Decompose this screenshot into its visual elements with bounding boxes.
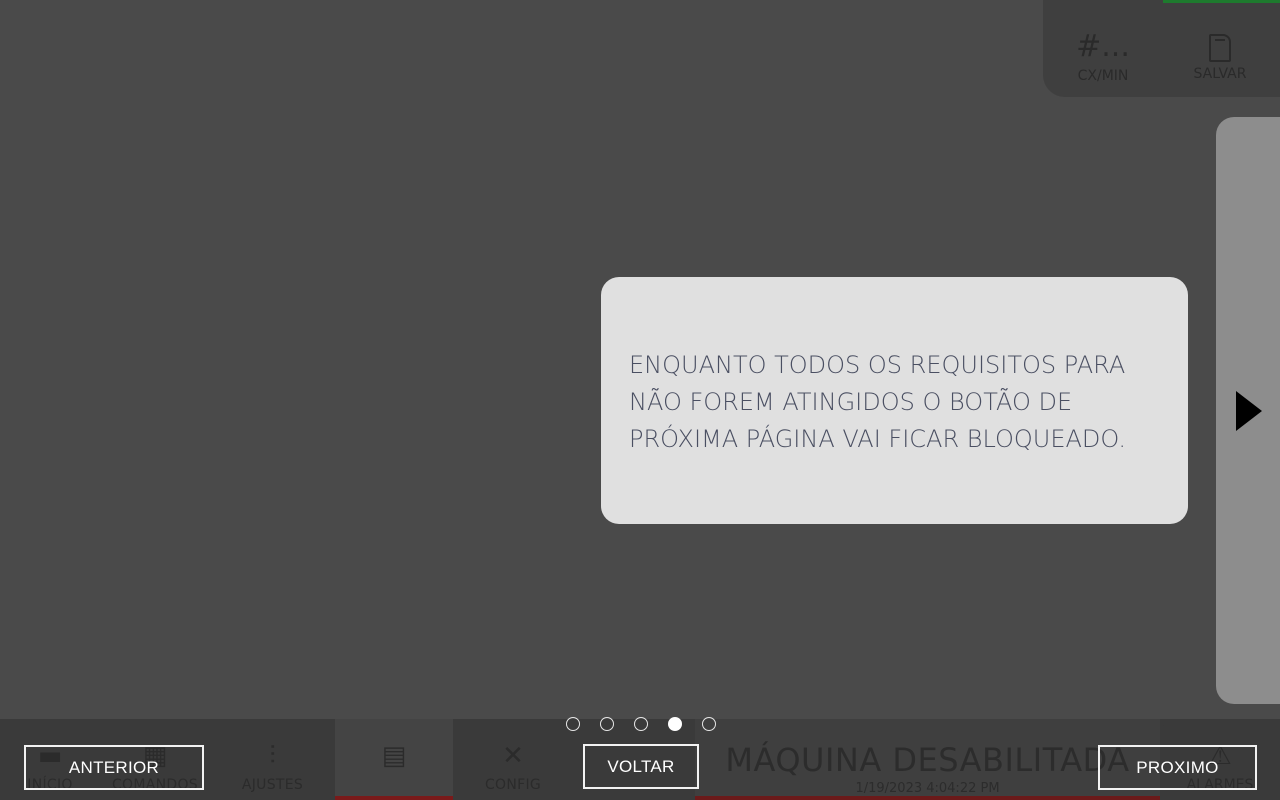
machine-status: MÁQUINA DESABILITADA 1/19/2023 4:04:22 P… [695, 719, 1160, 800]
step-dot-2[interactable] [600, 717, 614, 731]
nav-config-label: CONFIG [484, 777, 542, 793]
save-label: SALVAR [1193, 66, 1247, 82]
step-dot-4[interactable] [668, 717, 682, 731]
tutorial-message-line: PRÓXIMA PÁGINA VAI FICAR BLOQUEADO. [629, 425, 1126, 453]
tutorial-message-line: ENQUANTO TODOS OS REQUISITOS PARA [629, 351, 1126, 379]
rate-value: #... [1076, 29, 1130, 64]
chevron-right-icon [1236, 391, 1262, 431]
sliders-icon: ⫶ [269, 741, 276, 771]
nav-production[interactable]: ▤ [335, 719, 453, 800]
nav-config[interactable]: ✕ CONFIG [458, 719, 568, 800]
tutorial-message-line: NÃO FOREM ATINGIDOS O BOTÃO DE [629, 388, 1073, 416]
step-dot-5[interactable] [702, 717, 716, 731]
tutorial-message: ENQUANTO TODOS OS REQUISITOS PARA NÃO FO… [629, 347, 1160, 458]
tools-icon: ✕ [502, 741, 524, 771]
boxes-icon: ▤ [381, 741, 407, 771]
rate-label: CX/MIN [1077, 68, 1129, 84]
status-title: MÁQUINA DESABILITADA [725, 741, 1130, 779]
sd-card-icon [1209, 34, 1231, 62]
tutorial-tooltip: ENQUANTO TODOS OS REQUISITOS PARA NÃO FO… [601, 277, 1188, 524]
rate-display: #... CX/MIN [1058, 29, 1148, 85]
nav-settings-label: AJUSTES [241, 777, 304, 793]
step-dot-1[interactable] [566, 717, 580, 731]
step-indicator [566, 717, 716, 731]
top-accent-bar [1163, 0, 1280, 3]
status-timestamp: 1/19/2023 4:04:22 PM [855, 781, 1000, 796]
save-button[interactable]: SALVAR [1175, 30, 1265, 82]
back-button[interactable]: VOLTAR [583, 744, 699, 789]
side-panel-tab[interactable] [1216, 117, 1280, 704]
next-button[interactable]: PROXIMO [1098, 745, 1257, 790]
step-dot-3[interactable] [634, 717, 648, 731]
nav-settings[interactable]: ⫶ AJUSTES [215, 719, 330, 800]
previous-button[interactable]: ANTERIOR [24, 745, 204, 790]
top-status-panel: #... CX/MIN SALVAR [1043, 0, 1280, 97]
